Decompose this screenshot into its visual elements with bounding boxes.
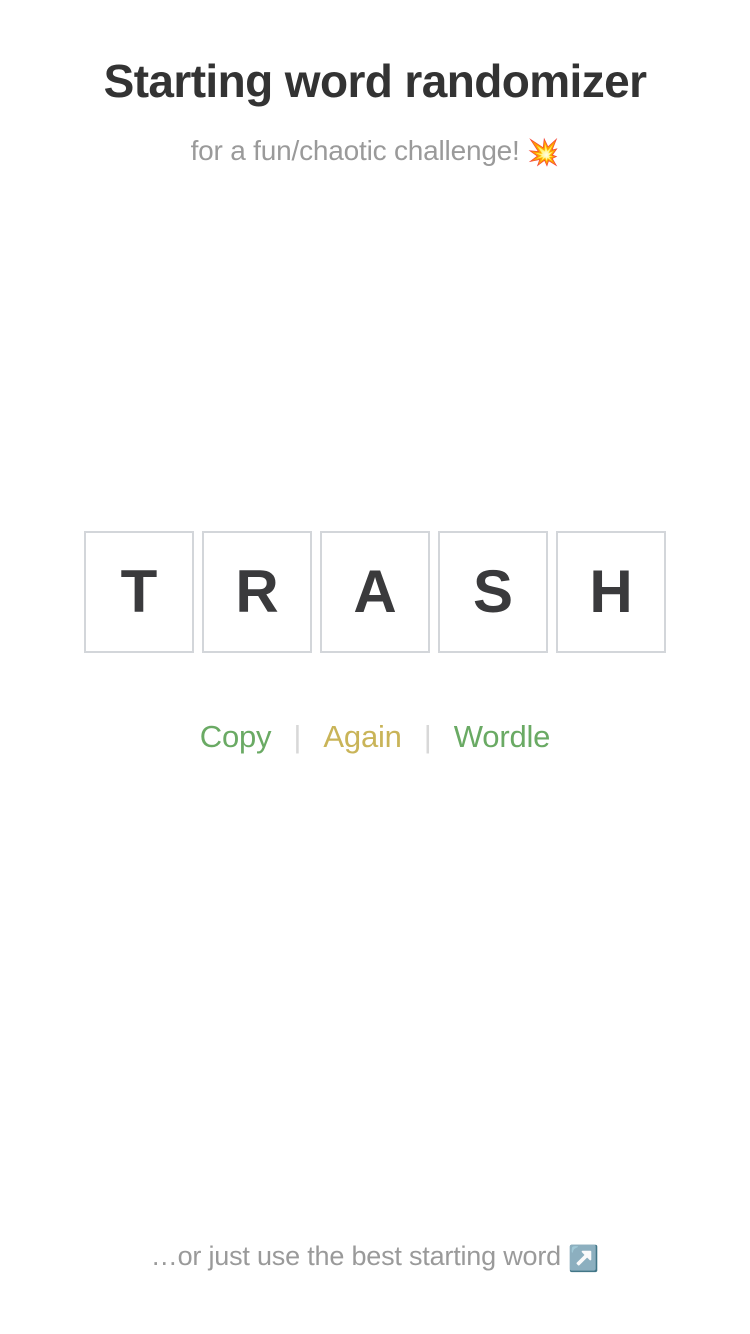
- copy-link[interactable]: Copy: [198, 721, 274, 752]
- letter-tile: S: [438, 531, 548, 653]
- action-separator: |: [293, 719, 302, 754]
- letter-tile: R: [202, 531, 312, 653]
- letter-tile: T: [84, 531, 194, 653]
- word-area: T R A S H Copy | Again | Wordle: [0, 531, 750, 752]
- again-link[interactable]: Again: [321, 721, 403, 752]
- best-starting-word-link[interactable]: …or just use the best starting word ↗️: [150, 1241, 600, 1273]
- action-links: Copy | Again | Wordle: [198, 721, 552, 752]
- up-right-arrow-icon: ↗️: [568, 1245, 600, 1273]
- page-subtitle: for a fun/chaotic challenge! 💥: [0, 134, 750, 168]
- letter-tile-letter: R: [235, 558, 279, 625]
- wordle-link[interactable]: Wordle: [452, 721, 552, 752]
- letter-tile: A: [320, 531, 430, 653]
- page-header: Starting word randomizer for a fun/chaot…: [0, 0, 750, 168]
- letter-tile-letter: S: [472, 558, 514, 625]
- letter-tile-letter: A: [353, 558, 397, 625]
- best-starting-word-label: …or just use the best starting word: [150, 1241, 561, 1271]
- page-footer: …or just use the best starting word ↗️: [0, 1240, 750, 1274]
- randomizer-page: Starting word randomizer for a fun/chaot…: [0, 0, 750, 1334]
- page-title: Starting word randomizer: [103, 55, 647, 107]
- letter-tile-letter: T: [120, 558, 158, 625]
- letter-tile-row: T R A S H: [84, 531, 666, 653]
- collision-emoji-icon: 💥: [527, 137, 560, 168]
- letter-tile: H: [556, 531, 666, 653]
- letter-tile-letter: H: [589, 558, 633, 625]
- action-separator: |: [423, 719, 432, 754]
- page-subtitle-text: for a fun/chaotic challenge!: [190, 135, 520, 167]
